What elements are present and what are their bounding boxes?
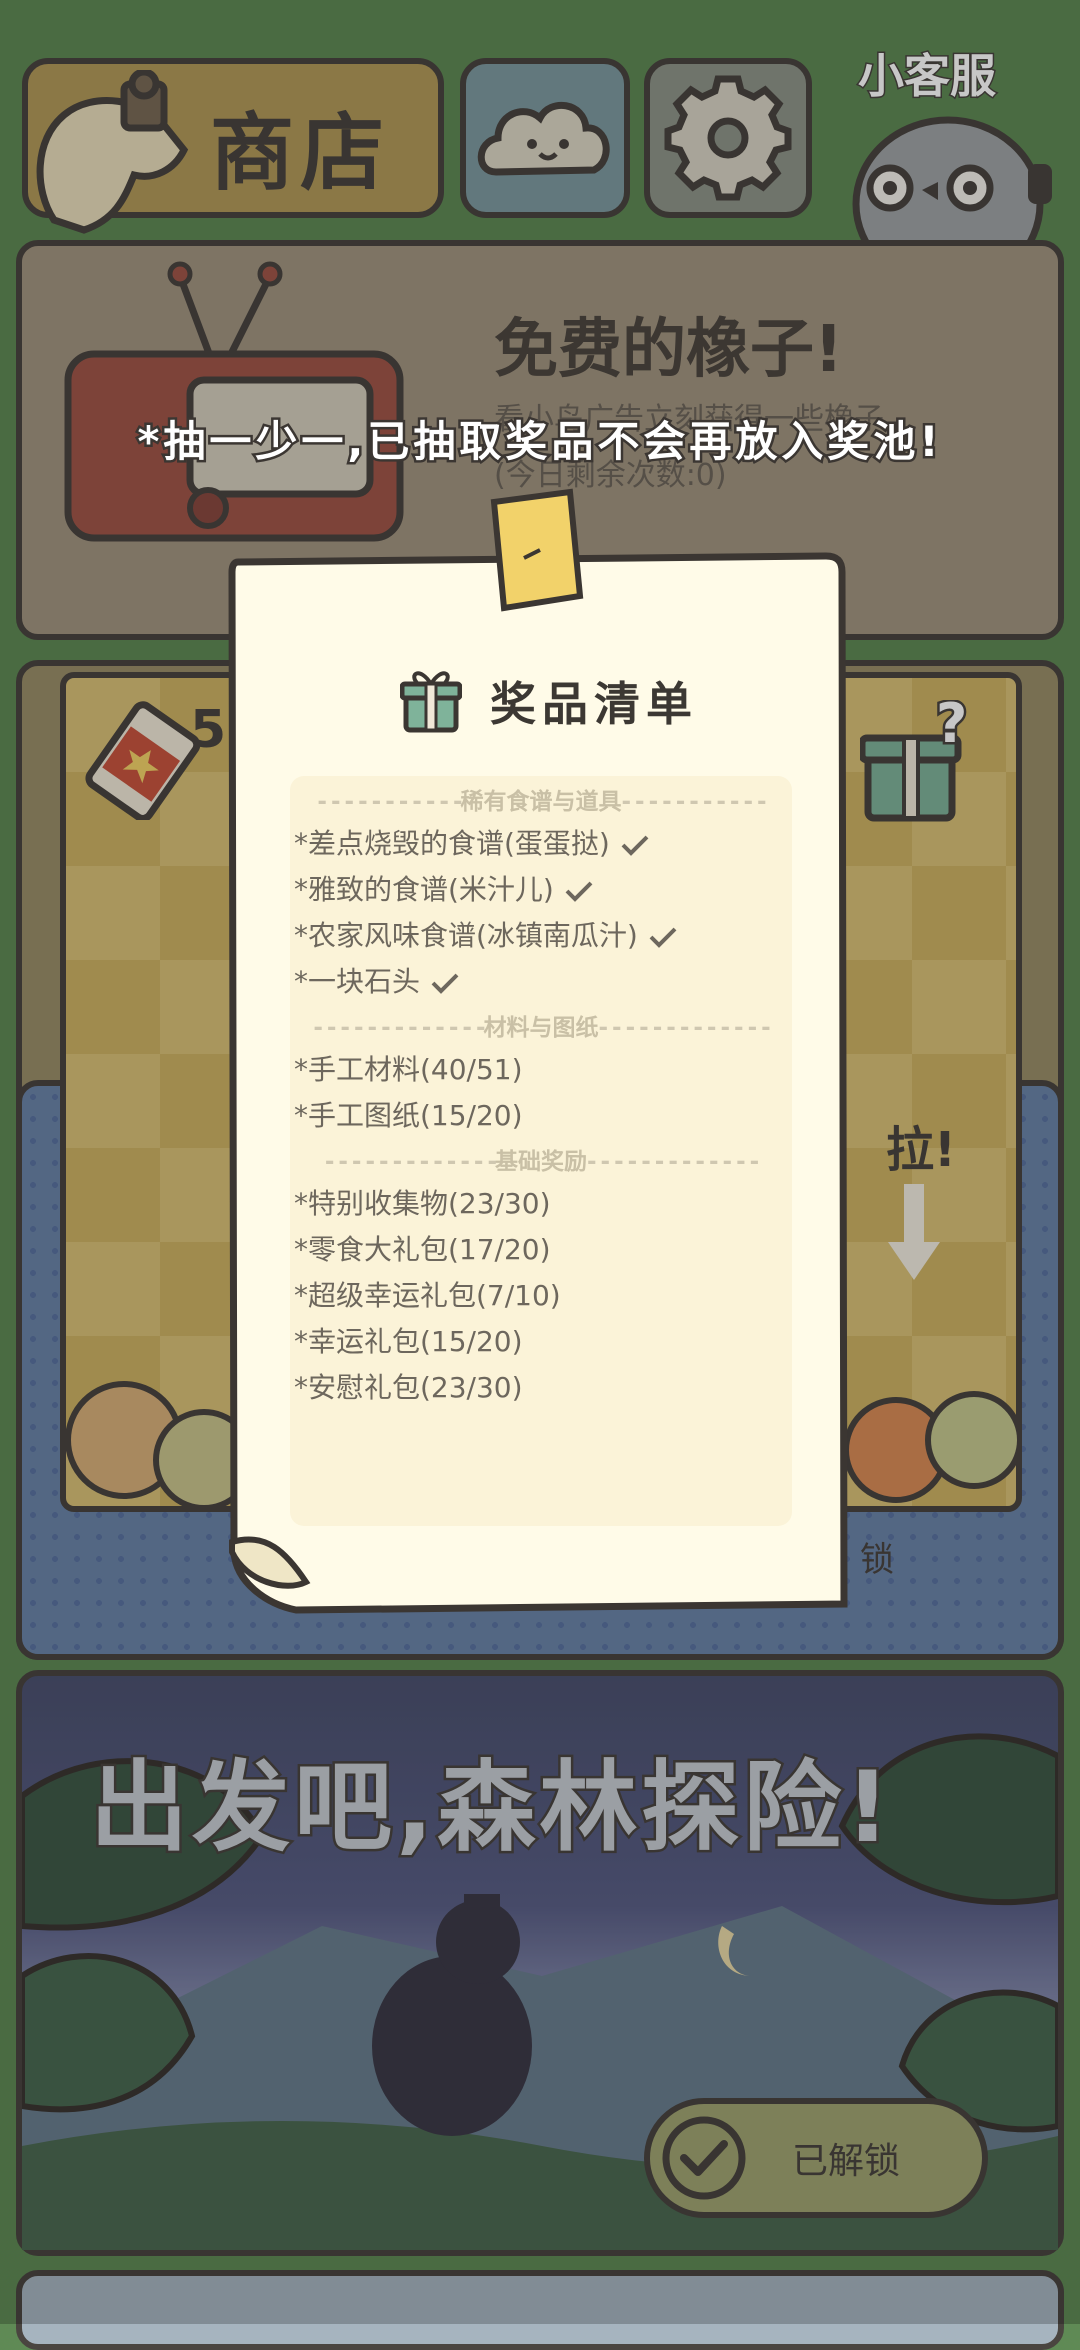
check-icon bbox=[565, 881, 593, 902]
list-item: *安慰礼包(23/30) bbox=[294, 1371, 523, 1404]
check-icon bbox=[621, 835, 649, 856]
list-item: *一块石头 bbox=[294, 960, 460, 1000]
gift-icon bbox=[400, 671, 462, 733]
list-item: *差点烧毁的食谱(蛋蛋挞) bbox=[294, 822, 650, 862]
check-icon bbox=[649, 927, 677, 948]
tape-icon bbox=[490, 488, 584, 612]
section-heading: - - - - - - - - - - - - -基础奖励- - - - - -… bbox=[324, 1149, 759, 1175]
list-item: *幸运礼包(15/20) bbox=[294, 1325, 523, 1358]
section-heading: - - - - - - - - - - -稀有食谱与道具- - - - - - … bbox=[317, 789, 766, 815]
section-heading: - - - - - - - - - - - - -材料与图纸- - - - - … bbox=[313, 1015, 770, 1041]
list-item: *雅致的食谱(米汁儿) bbox=[294, 868, 594, 908]
list-item: *特别收集物(23/30) bbox=[294, 1187, 551, 1220]
check-icon bbox=[431, 973, 459, 994]
list-item: *零食大礼包(17/20) bbox=[294, 1233, 551, 1266]
list-item: *超级幸运礼包(7/10) bbox=[294, 1279, 561, 1312]
list-item: *手工材料(40/51) bbox=[294, 1053, 523, 1086]
prize-list-title: 奖品清单 bbox=[490, 677, 698, 731]
notice-text: *抽一少一,已抽取奖品不会再放入奖池! bbox=[135, 415, 943, 469]
list-item: *手工图纸(15/20) bbox=[294, 1099, 523, 1132]
list-item: *农家风味食谱(冰镇南瓜汁) bbox=[294, 914, 678, 954]
